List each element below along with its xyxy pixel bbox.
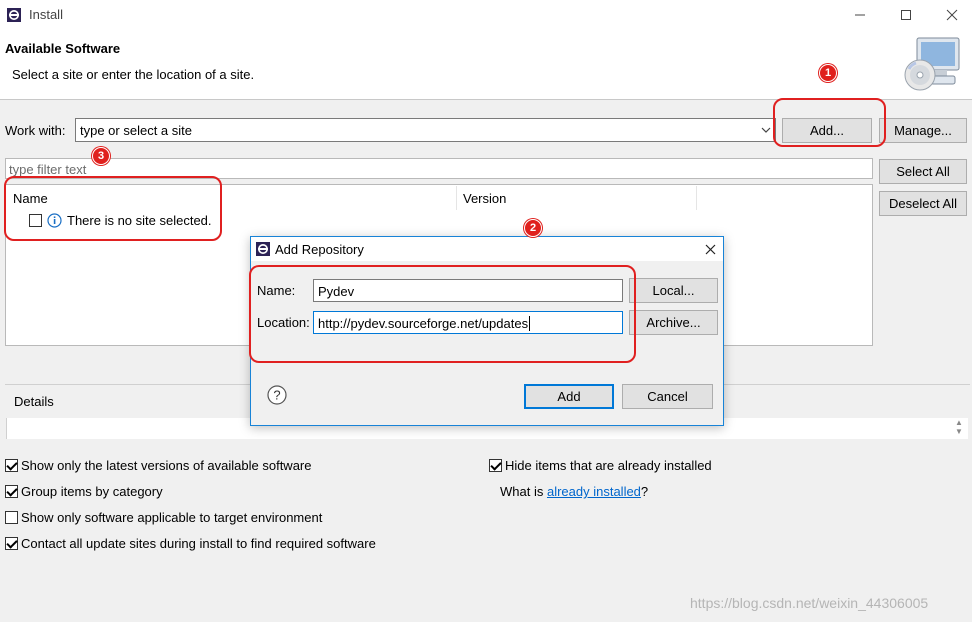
what-is-prefix: What is — [500, 484, 547, 499]
chevron-down-icon[interactable] — [761, 124, 771, 136]
deselect-all-button[interactable]: Deselect All — [879, 191, 967, 216]
details-scrollbar[interactable]: ▲ ▼ — [950, 418, 968, 439]
minimize-icon[interactable] — [837, 0, 883, 30]
annotation-box-table — [4, 176, 222, 241]
option-label: Group items by category — [21, 484, 163, 499]
checkbox[interactable] — [5, 459, 18, 472]
group-items-option[interactable]: Group items by category — [5, 484, 163, 499]
option-label: Contact all update sites during install … — [21, 536, 376, 551]
archive-button[interactable]: Archive... — [629, 310, 718, 335]
option-label: Show only software applicable to target … — [21, 510, 323, 525]
what-is-installed: What is already installed? — [500, 484, 648, 499]
add-repository-dialog: Add Repository Name: Pydev Local... Loca… — [249, 236, 724, 426]
details-label: Details — [13, 394, 55, 409]
column-divider[interactable] — [696, 186, 697, 210]
option-label: Show only the latest versions of availab… — [21, 458, 312, 473]
filter-placeholder: type filter text — [9, 162, 87, 177]
help-icon[interactable]: ? — [267, 385, 287, 405]
eclipse-icon — [6, 7, 22, 23]
option-label: Hide items that are already installed — [505, 458, 712, 473]
contact-sites-option[interactable]: Contact all update sites during install … — [5, 536, 376, 551]
annotation-box-add — [773, 98, 886, 147]
checkbox[interactable] — [5, 511, 18, 524]
select-all-button[interactable]: Select All — [879, 159, 967, 184]
local-button[interactable]: Local... — [629, 278, 718, 303]
close-icon[interactable] — [701, 240, 719, 258]
manage-sites-button[interactable]: Manage... — [879, 118, 967, 143]
show-applicable-option[interactable]: Show only software applicable to target … — [5, 510, 322, 525]
work-with-combo[interactable]: type or select a site — [75, 118, 776, 142]
annotation-badge-2: 2 — [524, 219, 542, 237]
window-title: Install — [29, 7, 63, 22]
checkbox[interactable] — [489, 459, 502, 472]
watermark: https://blog.csdn.net/weixin_44306005 — [690, 595, 929, 611]
svg-text:?: ? — [273, 388, 280, 403]
annotation-box-dialog — [249, 265, 636, 363]
install-cd-icon — [903, 36, 963, 94]
already-installed-link[interactable]: already installed — [547, 484, 641, 499]
work-with-value: type or select a site — [80, 123, 192, 138]
page-title: Available Software — [5, 41, 121, 56]
show-latest-option[interactable]: Show only the latest versions of availab… — [5, 458, 312, 473]
column-header-version[interactable]: Version — [463, 191, 506, 206]
add-button[interactable]: Add — [524, 384, 614, 409]
cancel-button[interactable]: Cancel — [622, 384, 713, 409]
eclipse-icon — [255, 241, 271, 257]
page-description: Select a site or enter the location of a… — [12, 67, 255, 82]
checkbox[interactable] — [5, 485, 18, 498]
close-icon[interactable] — [929, 0, 972, 30]
column-divider[interactable] — [456, 186, 457, 210]
annotation-badge-1: 1 — [819, 64, 837, 82]
annotation-badge-3: 3 — [92, 147, 110, 165]
maximize-icon[interactable] — [883, 0, 929, 30]
what-is-suffix: ? — [640, 484, 649, 499]
title-bar — [0, 0, 972, 30]
checkbox[interactable] — [5, 537, 18, 550]
hide-installed-option[interactable]: Hide items that are already installed — [489, 458, 712, 473]
dialog-title: Add Repository — [275, 242, 364, 257]
work-with-label: Work with: — [5, 123, 66, 138]
